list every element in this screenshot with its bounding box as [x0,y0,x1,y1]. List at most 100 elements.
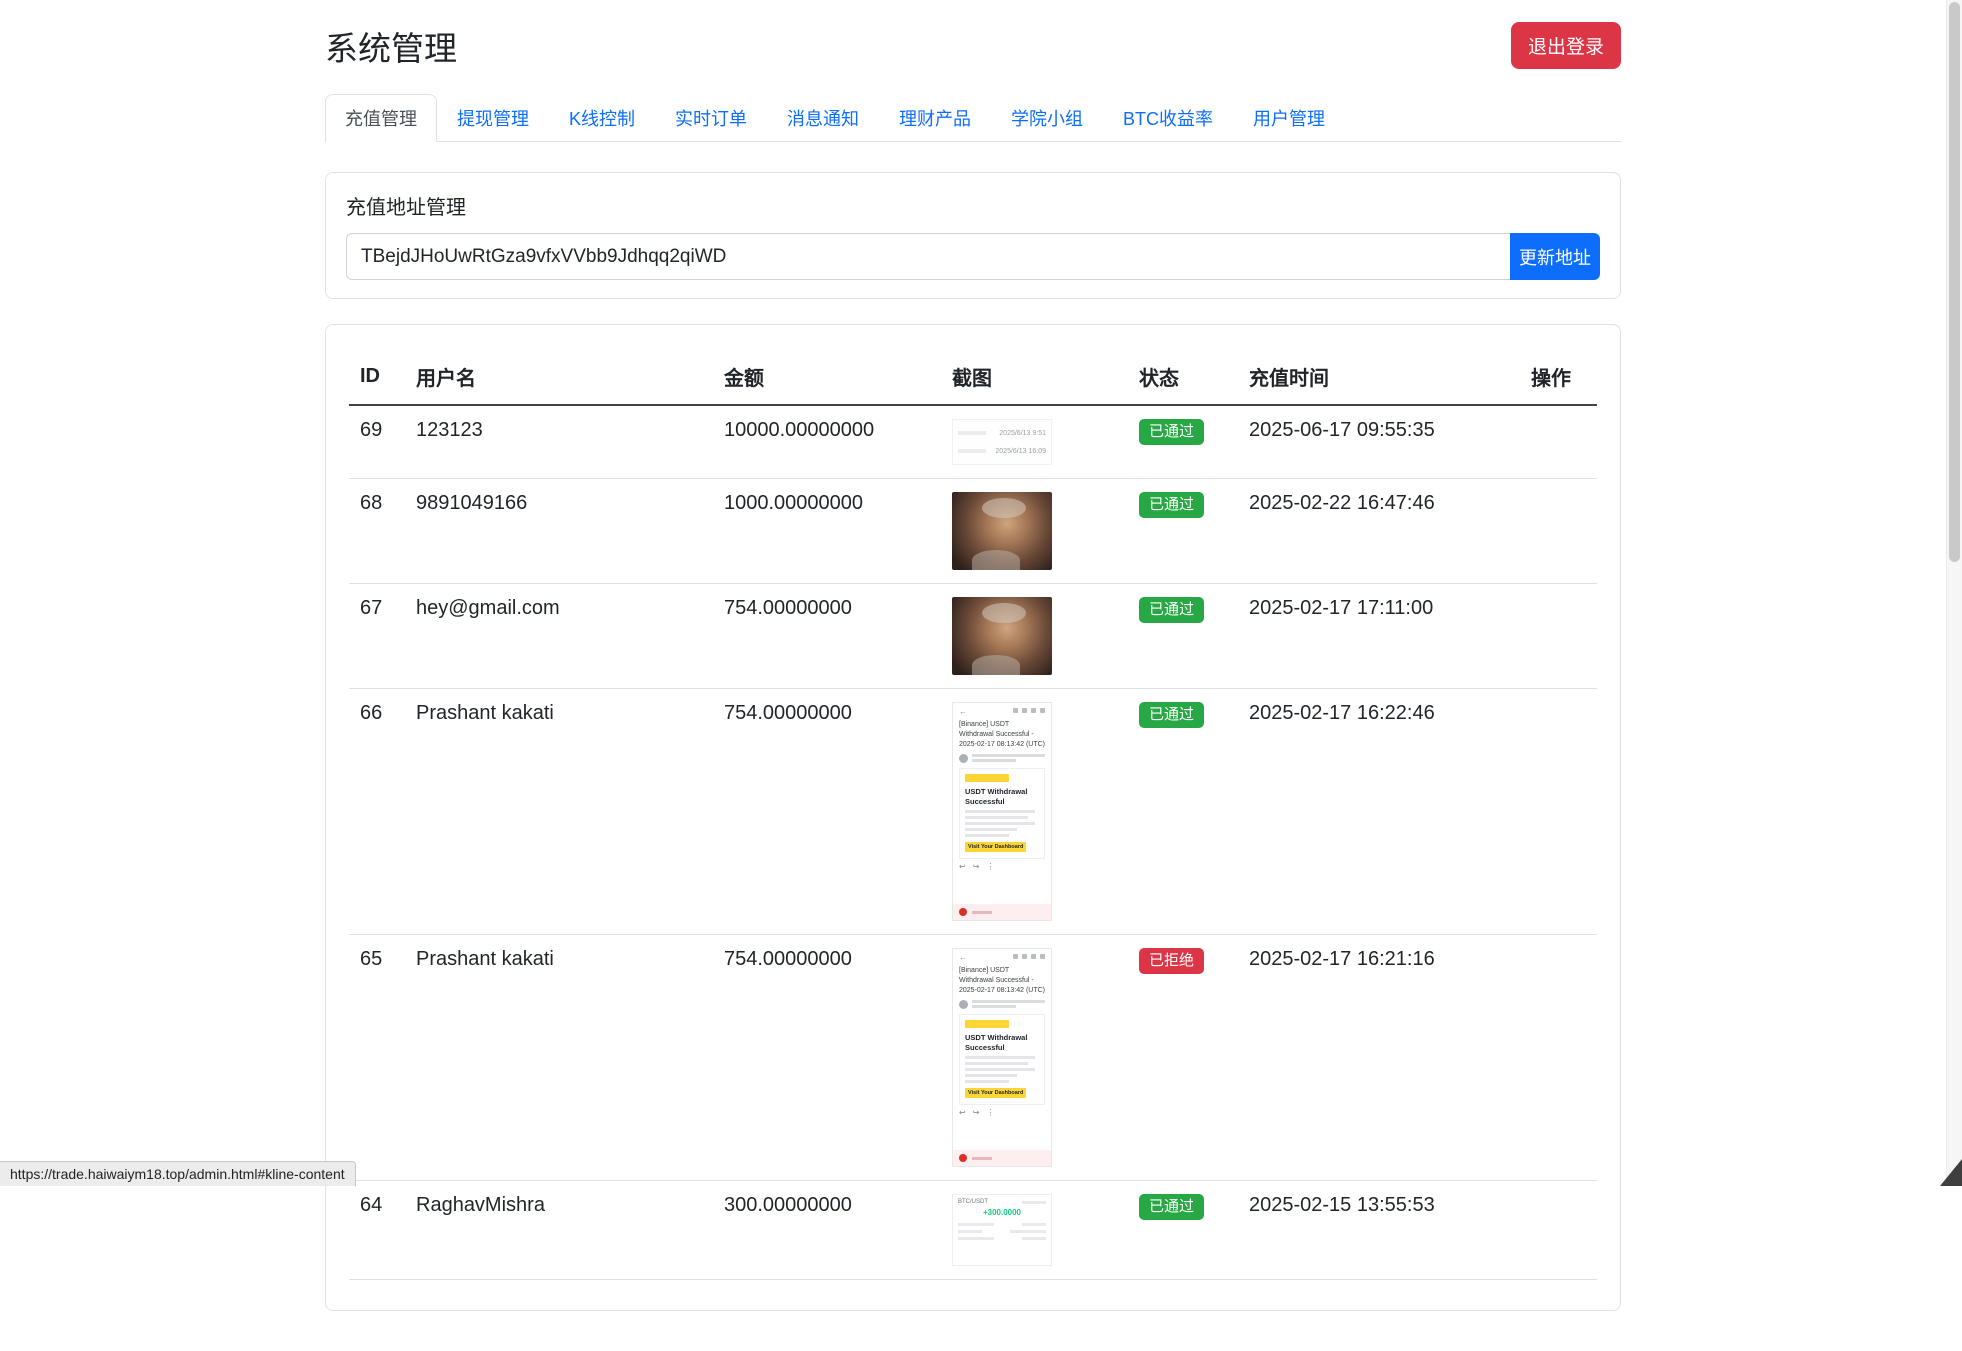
cell-actions [1520,689,1597,935]
table-row: 67 hey@gmail.com 754.00000000 已通过 2025-0… [349,584,1597,689]
screenshot-thumbnail[interactable]: BTC/USDT +300.0000 [952,1194,1052,1266]
decor-sender-row [959,998,1045,1010]
cell-time: 2025-02-17 16:21:16 [1238,935,1520,1181]
avatar [959,754,968,763]
cell-time: 2025-02-17 17:11:00 [1238,584,1520,689]
reply-icons: ↩↪⋮ [959,1109,1045,1117]
decor-sender-row [959,752,1045,764]
tab-bar: 充值管理 提现管理 K线控制 实时订单 消息通知 理财产品 学院小组 BTC收益… [325,94,1621,142]
cell-amount: 300.00000000 [713,1181,941,1280]
cell-screenshot [941,584,1128,689]
tab-user-management[interactable]: 用户管理 [1233,94,1345,142]
cell-username: 123123 [405,405,713,479]
scrollbar-track[interactable] [1946,0,1962,1186]
email-subject-text: [Binance] USDT Withdrawal Successful - 2… [959,720,1045,749]
recharge-records-card: ID 用户名 金额 截图 状态 充值时间 操作 69 123123 10000.… [325,324,1621,1311]
recharge-address-input[interactable] [346,233,1511,280]
cell-screenshot: ← [Binance] USDT Withdrawal Successful -… [941,935,1128,1181]
tab-recharge-management[interactable]: 充值管理 [325,94,437,142]
table-row: 66 Prashant kakati 754.00000000 ← [Binan… [349,689,1597,935]
email-title-text: USDT Withdrawal Successful [965,787,1039,807]
screenshot-thumbnail[interactable] [952,597,1052,675]
receipt-date-text: 2025/6/13 16:09 [995,448,1046,455]
email-subject-text: [Binance] USDT Withdrawal Successful - 2… [959,966,1045,995]
col-header-actions: 操作 [1520,349,1597,405]
cell-actions [1520,1181,1597,1280]
decor-line [958,431,986,435]
decor-dot [959,908,967,916]
dashboard-button-text: Visit Your Dashboard [965,1088,1026,1098]
cell-screenshot: 2025/6/13 9:51 2025/6/13 16:09 [941,405,1128,479]
binance-logo [965,1020,1009,1028]
recharge-address-heading: 充值地址管理 [346,191,1600,220]
status-badge: 已通过 [1139,492,1204,518]
cell-username: Prashant kakati [405,935,713,1181]
update-address-button[interactable]: 更新地址 [1510,233,1600,280]
table-row: 64 RaghavMishra 300.00000000 BTC/USDT +3… [349,1181,1597,1280]
col-header-screenshot: 截图 [941,349,1128,405]
cell-time: 2025-06-17 09:55:35 [1238,405,1520,479]
logout-button[interactable]: 退出登录 [1511,22,1621,69]
tab-academy-group[interactable]: 学院小组 [991,94,1103,142]
scrollbar-thumb[interactable] [1949,2,1960,562]
screenshot-thumbnail[interactable] [952,492,1052,570]
decor-dot [959,1154,967,1162]
screenshot-thumbnail[interactable]: ← [Binance] USDT Withdrawal Successful -… [952,948,1052,1167]
recharge-address-input-group: 更新地址 [346,233,1600,280]
tab-withdrawal-management[interactable]: 提现管理 [437,94,549,142]
cell-status: 已通过 [1128,584,1238,689]
screenshot-thumbnail[interactable]: ← [Binance] USDT Withdrawal Successful -… [952,702,1052,921]
decor-icons [1013,954,1045,962]
status-badge: 已拒绝 [1139,948,1204,974]
decor-row: 2025/6/13 9:51 [958,430,1046,437]
decor-footer-bar [953,1150,1051,1166]
cell-username: Prashant kakati [405,689,713,935]
tab-kline-control[interactable]: K线控制 [549,94,655,142]
decor-row: 2025/6/13 16:09 [958,448,1046,455]
screenshot-thumbnail[interactable]: 2025/6/13 9:51 2025/6/13 16:09 [952,419,1052,465]
status-badge: 已通过 [1139,702,1204,728]
tab-message-notifications[interactable]: 消息通知 [767,94,879,142]
cell-time: 2025-02-22 16:47:46 [1238,479,1520,584]
decor-toolbar: ← [959,708,1045,716]
decor-icons [1013,708,1045,716]
cell-id: 69 [349,405,405,479]
dashboard-button-text: Visit Your Dashboard [965,842,1026,852]
status-badge: 已通过 [1139,597,1204,623]
col-header-time: 充值时间 [1238,349,1520,405]
cell-status: 已拒绝 [1128,935,1238,1181]
cell-status: 已通过 [1128,405,1238,479]
cell-amount: 754.00000000 [713,935,941,1181]
tab-btc-yield[interactable]: BTC收益率 [1103,94,1233,142]
cell-time: 2025-02-15 13:55:53 [1238,1181,1520,1280]
cell-amount: 1000.00000000 [713,479,941,584]
cell-amount: 10000.00000000 [713,405,941,479]
tab-realtime-orders[interactable]: 实时订单 [655,94,767,142]
email-body-card: USDT Withdrawal Successful Visit Your Da… [959,1014,1045,1105]
cell-amount: 754.00000000 [713,584,941,689]
cell-status: 已通过 [1128,1181,1238,1280]
status-badge: 已通过 [1139,419,1204,445]
cell-actions [1520,584,1597,689]
tab-financial-products[interactable]: 理财产品 [879,94,991,142]
cell-id: 68 [349,479,405,584]
col-header-id: ID [349,349,405,405]
table-header-row: ID 用户名 金额 截图 状态 充值时间 操作 [349,349,1597,405]
cell-screenshot: ← [Binance] USDT Withdrawal Successful -… [941,689,1128,935]
back-arrow-icon: ← [959,708,967,716]
reply-icons: ↩↪⋮ [959,863,1045,871]
table-row: 69 123123 10000.00000000 2025/6/13 9:51 … [349,405,1597,479]
col-header-status: 状态 [1128,349,1238,405]
receipt-date-text: 2025/6/13 9:51 [999,430,1046,437]
cell-username: 9891049166 [405,479,713,584]
cell-actions [1520,479,1597,584]
cell-amount: 754.00000000 [713,689,941,935]
binance-logo [965,774,1009,782]
cell-time: 2025-02-17 16:22:46 [1238,689,1520,935]
cell-status: 已通过 [1128,689,1238,935]
col-header-amount: 金额 [713,349,941,405]
cell-id: 67 [349,584,405,689]
trade-pair-text: BTC/USDT [958,1199,988,1205]
trade-amount-text: +300.0000 [958,1208,1046,1217]
decor-footer-bar [953,904,1051,920]
